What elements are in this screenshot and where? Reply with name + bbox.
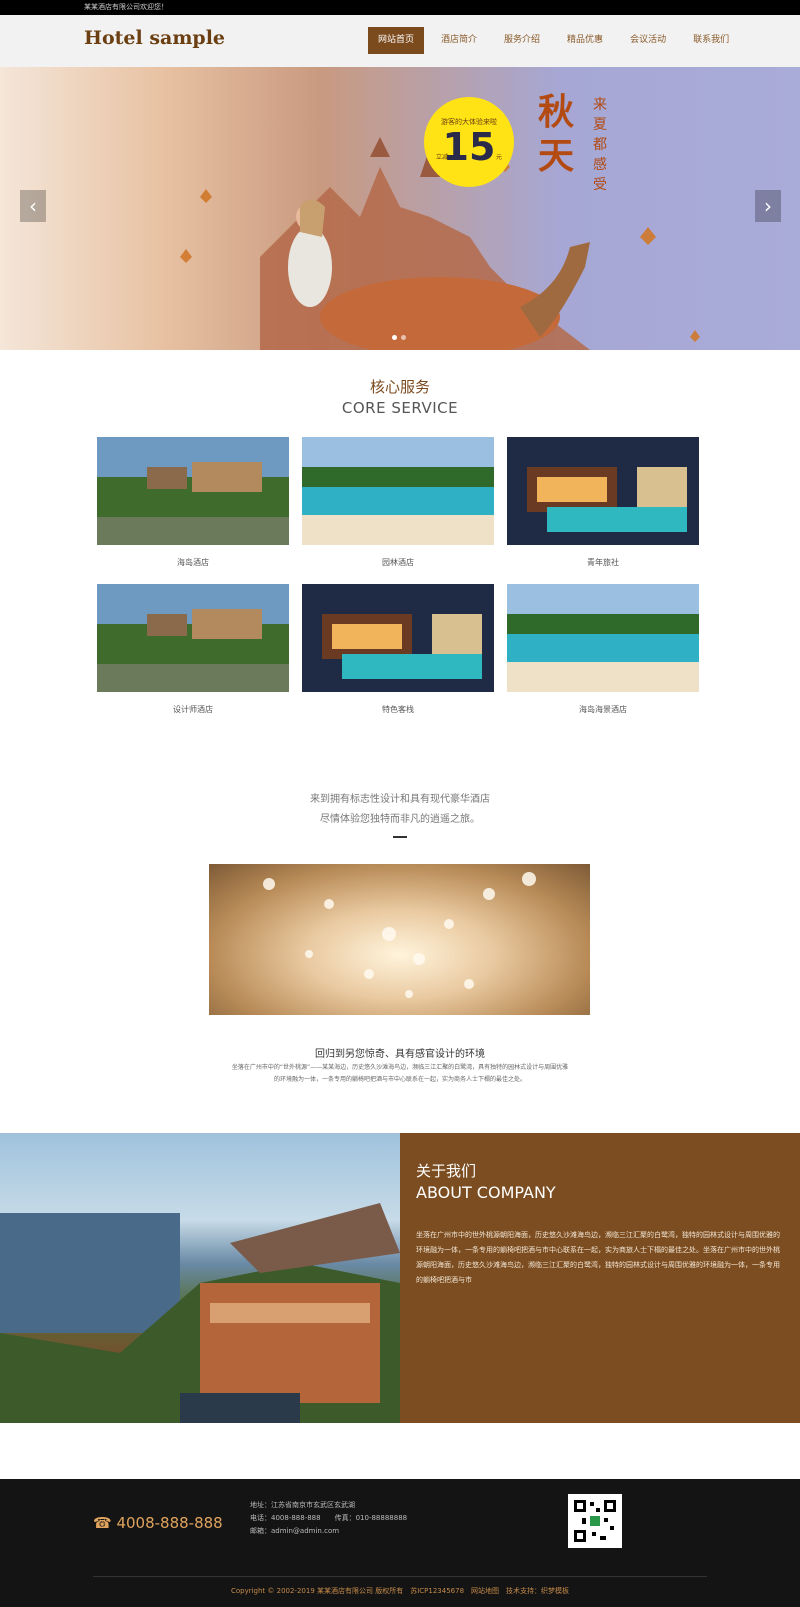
footer-contact: 地址：江苏省南京市玄武区玄武湖 电话：4008-888-888 传真：010-8… (250, 1499, 407, 1538)
service-image (507, 584, 699, 692)
service-caption: 特色客栈 (382, 705, 414, 714)
nav-home[interactable]: 网站首页 (368, 27, 425, 54)
service-card[interactable]: 海岛酒店 (97, 437, 289, 584)
banner-sub-text: 来夏都感受 (593, 97, 607, 193)
banner-dot[interactable] (401, 335, 406, 340)
lobby-image (209, 864, 590, 1015)
about-title-en: ABOUT COMPANY (416, 1183, 556, 1202)
about-text: 坐落在广州市中的世外桃源朝阳海面，历史悠久沙滩海鸟边，濒临三江汇聚的白鹭湾，独特… (416, 1231, 780, 1284)
service-caption: 园林酒店 (382, 558, 414, 567)
intro-line-1: 来到拥有标志性设计和具有现代豪华酒店 (310, 794, 490, 805)
phone-icon: ☎ (93, 1514, 117, 1532)
hero-banner[interactable]: ‹ › 游客的大体验来啦 15 立减 元 秋天 来夏都感受 (0, 67, 800, 350)
core-title-en: CORE SERVICE (341, 399, 459, 417)
banner-big-text: 秋天 (538, 92, 575, 177)
service-image (97, 584, 289, 692)
intro-section: 来到拥有标志性设计和具有现代豪华酒店 尽情体验您独特而非凡的逍遥之旅。 (0, 790, 800, 838)
footer-divider (93, 1576, 707, 1577)
service-caption: 海岛酒店 (177, 558, 209, 567)
service-caption: 设计师酒店 (173, 705, 213, 714)
phone-number: 4008-888-888 (116, 1514, 223, 1532)
environment-title: 回归到另您惊奇、具有感官设计的环境 (315, 1049, 485, 1060)
nav-hotel-intro[interactable]: 酒店简介 (431, 27, 487, 54)
service-card[interactable]: 青年旅社 (507, 437, 699, 584)
about-image (0, 1133, 400, 1423)
footer-address: 地址：江苏省南京市玄武区玄武湖 (250, 1501, 355, 1509)
promo-number: 15 (442, 125, 496, 169)
intro-divider (393, 836, 407, 838)
nav-services[interactable]: 服务介绍 (494, 27, 550, 54)
site-logo[interactable]: Hotel sample (84, 27, 225, 49)
about-panel: 关于我们 ABOUT COMPANY 坐落在广州市中的世外桃源朝阳海面，历史悠久… (400, 1133, 800, 1423)
nav-contact[interactable]: 联系我们 (683, 27, 739, 54)
main-nav: 网站首页 酒店简介 服务介绍 精品优惠 会议活动 联系我们 (368, 27, 746, 54)
footer-phone: ☎ 4008-888-888 (93, 1514, 223, 1532)
promo-right: 元 (495, 154, 502, 161)
top-welcome-bar: 某某酒店有限公司欢迎您！ (0, 0, 800, 15)
service-caption: 青年旅社 (587, 558, 619, 567)
promo-badge: 游客的大体验来啦 15 立减 元 (424, 97, 514, 187)
service-card[interactable]: 海岛海景酒店 (507, 584, 699, 731)
service-caption: 海岛海景酒店 (579, 705, 627, 714)
service-card[interactable]: 园林酒店 (302, 437, 494, 584)
about-title-cn: 关于我们 (416, 1162, 477, 1180)
banner-next-button[interactable]: › (755, 190, 781, 222)
qr-code-icon (568, 1494, 622, 1548)
footer-email: 邮箱：admin@admin.com (250, 1527, 340, 1535)
promo-left: 立减 (436, 154, 449, 161)
banner-dots (392, 335, 406, 340)
banner-dot[interactable] (392, 335, 397, 340)
footer-tel: 电话：4008-888-888 传真：010-88888888 (250, 1514, 408, 1522)
service-image (302, 584, 494, 692)
site-header: Hotel sample 网站首页 酒店简介 服务介绍 精品优惠 会议活动 联系… (0, 15, 800, 67)
service-image (97, 437, 289, 545)
copyright-text: Copyright © 2002-2019 某某酒店有限公司 版权所有 苏ICP… (230, 1587, 570, 1595)
core-title-cn: 核心服务 (369, 378, 430, 396)
banner-illustration (180, 137, 700, 350)
core-service-heading: 核心服务 CORE SERVICE (0, 376, 800, 417)
chandelier-illustration (263, 872, 536, 998)
service-card[interactable]: 特色客栈 (302, 584, 494, 731)
banner-prev-button[interactable]: ‹ (20, 190, 46, 222)
nav-meetings[interactable]: 会议活动 (620, 27, 676, 54)
nav-offers[interactable]: 精品优惠 (557, 27, 613, 54)
service-grid: 海岛酒店 园林酒店 青年旅社 设计师酒店 特色客栈 海岛海景酒店 (97, 437, 702, 731)
intro-line-2: 尽情体验您独特而非凡的逍遥之旅。 (320, 814, 480, 825)
welcome-text: 某某酒店有限公司欢迎您！ (84, 3, 168, 11)
resort-illustration (0, 1203, 400, 1423)
service-image (302, 437, 494, 545)
site-footer: ☎ 4008-888-888 地址：江苏省南京市玄武区玄武湖 电话：4008-8… (0, 1479, 800, 1607)
service-card[interactable]: 设计师酒店 (97, 584, 289, 731)
environment-text: 坐落在广州市中的“世外桃源”——某某海边，历史悠久沙滩海鸟边，濒临三江汇聚的白鹭… (231, 1064, 569, 1083)
service-image (507, 437, 699, 545)
